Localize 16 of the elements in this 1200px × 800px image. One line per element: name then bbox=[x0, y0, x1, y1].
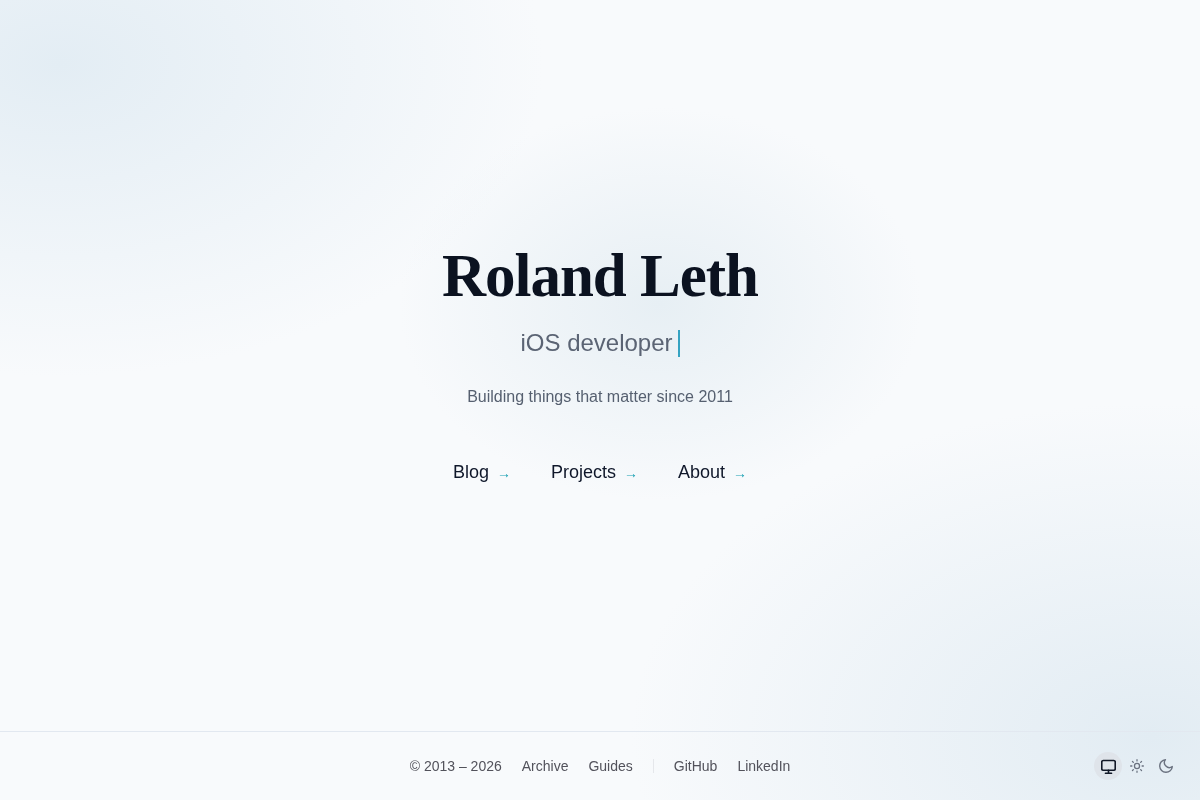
footer-link[interactable]: Guides bbox=[588, 756, 633, 776]
copyright-text: © 2013 – 2026 bbox=[409, 757, 502, 776]
sun-icon bbox=[1130, 759, 1144, 773]
footer-link[interactable]: GitHub bbox=[673, 756, 718, 776]
monitor-icon bbox=[1100, 758, 1116, 774]
moon-icon bbox=[1159, 759, 1173, 773]
subtitle: iOS developer bbox=[520, 328, 673, 358]
footer-link[interactable]: Archive bbox=[521, 756, 569, 776]
tagline: Building things that matter since 2011 bbox=[467, 387, 733, 407]
text-cursor-icon bbox=[677, 329, 680, 357]
nav-link[interactable]: Blog → bbox=[452, 458, 511, 486]
nav-link[interactable]: Projects → bbox=[550, 458, 638, 486]
site-title: Roland Leth bbox=[441, 245, 759, 306]
theme-toggle-button[interactable] bbox=[1094, 752, 1122, 780]
nav-link[interactable]: About → bbox=[678, 458, 748, 486]
footer-link[interactable]: LinkedIn bbox=[737, 756, 791, 776]
